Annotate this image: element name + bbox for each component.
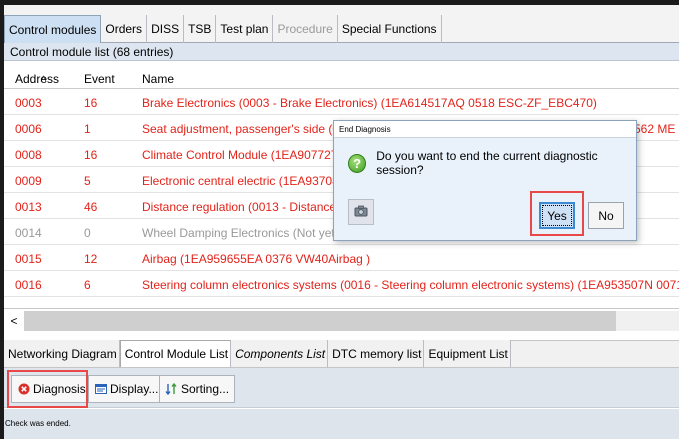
cell-address: 0016 <box>15 278 42 292</box>
column-header-name[interactable]: Name <box>142 72 174 86</box>
list-title: Control module list (68 entries) <box>4 43 679 61</box>
horizontal-scrollbar[interactable]: < <box>4 308 679 333</box>
no-button[interactable]: No <box>588 202 624 229</box>
bottom-tab-bar: Networking Diagram Control Module List C… <box>4 340 679 368</box>
cell-name: Brake Electronics (0003 - Brake Electron… <box>142 96 597 110</box>
cell-address: 0009 <box>15 174 42 188</box>
sorting-button[interactable]: Sorting... <box>159 375 236 403</box>
diagnosis-highlight-box <box>7 370 88 408</box>
dialog-message-row: ? Do you want to end the current diagnos… <box>348 149 636 177</box>
table-row[interactable]: 0016 6 Steering column electronics syste… <box>4 271 679 297</box>
cell-event: 6 <box>84 278 91 292</box>
cell-name-tail: 562 ME <box>634 122 676 136</box>
yes-highlight-box <box>530 191 584 236</box>
cell-address: 0006 <box>15 122 42 136</box>
table-row[interactable]: 0003 16 Brake Electronics (0003 - Brake … <box>4 89 679 115</box>
action-toolbar: Diagnosis Display... Sorting... <box>4 368 679 408</box>
cell-address: 0014 <box>15 226 42 240</box>
scroll-left-button[interactable]: < <box>4 309 24 333</box>
cell-name: Airbag (1EA959655EA 0376 VW40Airbag ) <box>142 252 371 266</box>
question-icon: ? <box>348 153 367 173</box>
status-bar: Check was ended. <box>4 409 679 439</box>
cell-address: 0008 <box>15 148 42 162</box>
display-label: Display... <box>110 382 159 396</box>
cell-event: 1 <box>84 122 91 136</box>
cell-address: 0015 <box>15 252 42 266</box>
tab-diss[interactable]: DISS <box>147 15 185 43</box>
dialog-message: Do you want to end the current diagnosti… <box>376 149 598 177</box>
tab-equipment-list[interactable]: Equipment List <box>424 340 511 367</box>
cell-name: Seat adjustment, passenger's side (000 <box>142 122 353 136</box>
cell-name: Climate Control Module (1EA907727S <box>142 148 346 162</box>
cell-name: Steering column electronics systems (001… <box>142 278 679 292</box>
tab-procedure: Procedure <box>273 15 338 43</box>
tab-networking-diagram[interactable]: Networking Diagram <box>4 340 120 367</box>
scrollbar-track[interactable] <box>616 311 679 331</box>
column-header-row: ˄ Address Event Name <box>4 61 679 89</box>
cell-address: 0003 <box>15 96 42 110</box>
tab-control-modules[interactable]: Control modules <box>4 15 102 43</box>
tab-dtc-memory-list[interactable]: DTC memory list <box>328 340 425 367</box>
cell-event: 16 <box>84 148 98 162</box>
display-icon <box>94 383 107 396</box>
sorting-label: Sorting... <box>181 382 230 396</box>
tab-orders[interactable]: Orders <box>101 15 148 43</box>
cell-event: 16 <box>84 96 98 110</box>
cell-event: 0 <box>84 226 91 240</box>
sort-icon <box>165 383 178 396</box>
cell-name: Distance regulation (0013 - Distance Co <box>142 200 355 214</box>
cell-address: 0013 <box>15 200 42 214</box>
tab-components-list[interactable]: Components List <box>231 340 329 367</box>
tab-control-module-list[interactable]: Control Module List <box>119 340 232 367</box>
tab-special-functions[interactable]: Special Functions <box>338 15 442 43</box>
cell-name: Electronic central electric (1EA937089S <box>142 174 354 188</box>
screenshot-button[interactable] <box>348 199 374 225</box>
tab-test-plan[interactable]: Test plan <box>216 15 274 43</box>
cell-event: 12 <box>84 252 98 266</box>
display-button[interactable]: Display... <box>88 375 165 403</box>
cell-event: 5 <box>84 174 91 188</box>
table-row[interactable]: 0015 12 Airbag (1EA959655EA 0376 VW40Air… <box>4 245 679 271</box>
cell-event: 46 <box>84 200 98 214</box>
top-tab-bar: Control modules Orders DISS TSB Test pla… <box>4 5 679 43</box>
column-header-address[interactable]: Address <box>15 72 59 86</box>
camera-icon <box>354 205 368 220</box>
column-header-event[interactable]: Event <box>84 72 115 86</box>
scrollbar-thumb[interactable] <box>24 311 616 331</box>
tab-tsb[interactable]: TSB <box>184 15 217 43</box>
end-diagnosis-dialog: End Diagnosis ? Do you want to end the c… <box>333 120 637 241</box>
dialog-title: End Diagnosis <box>334 121 636 138</box>
